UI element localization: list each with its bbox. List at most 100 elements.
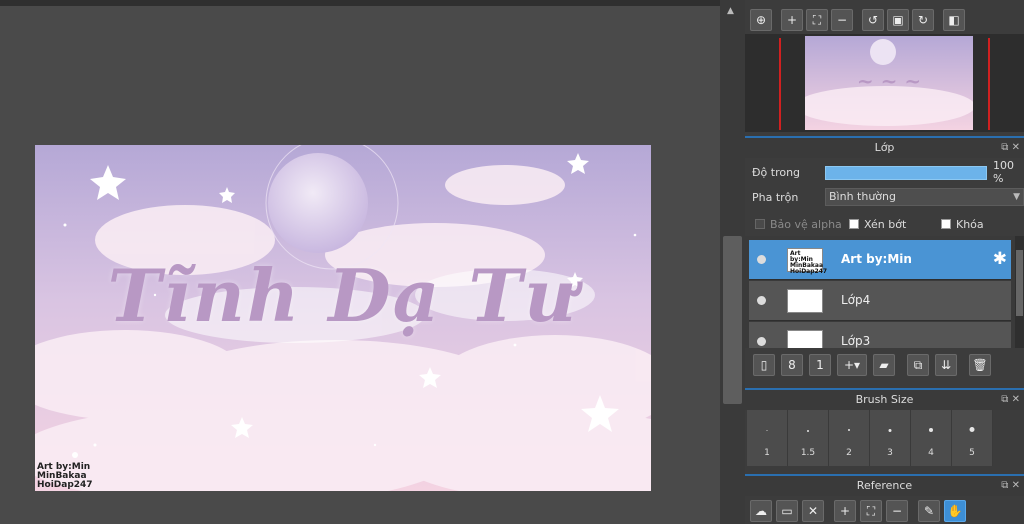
scrollbar-thumb[interactable] <box>1016 250 1023 316</box>
protect-alpha-checkbox[interactable]: Bảo vệ alpha <box>755 218 842 231</box>
zoom-fit-icon[interactable]: ⊕ <box>750 9 772 31</box>
reference-header: Reference ⧉ ✕ <box>745 474 1024 496</box>
canvas-vertical-scrollbar[interactable]: ▲ <box>720 0 745 524</box>
eyedropper-icon[interactable]: ✎ <box>918 500 940 522</box>
layer-panel-header: Lớp ⧉ ✕ <box>745 136 1024 158</box>
canvas-area[interactable]: Tĩnh Dạ Tư Art by:Min MinBakaa HoiDap247 <box>0 6 720 524</box>
brush-size-value: 3 <box>887 448 893 458</box>
layer-list[interactable]: Art by:Min MinBakaa HoiDap247 Art by:Min… <box>745 236 1015 348</box>
brush-size-dot <box>807 430 809 432</box>
clipping-checkbox[interactable]: Xén bớt <box>849 218 906 231</box>
clipping-label: Xén bớt <box>864 217 907 231</box>
artwork-title: Tĩnh Dạ Tư <box>107 253 579 338</box>
zoom-in-icon[interactable]: + <box>834 500 856 522</box>
layer-name: Lớp3 <box>841 334 871 348</box>
merge-down-icon[interactable]: ⇊ <box>935 354 957 376</box>
visibility-eye-icon[interactable] <box>757 296 766 305</box>
artwork-credit: Art by:Min MinBakaa HoiDap247 <box>37 463 93 490</box>
blend-mode-select[interactable]: Bình thường ▼ <box>825 188 1024 206</box>
brush-size-cell[interactable]: 2 <box>829 410 870 466</box>
checkbox-box[interactable] <box>941 219 951 229</box>
panel-popout-icon[interactable]: ⧉ ✕ <box>1001 476 1020 496</box>
brush-size-cell[interactable]: 4 <box>911 410 952 466</box>
layer-panel-title: Lớp <box>874 141 895 154</box>
reference-title: Reference <box>856 479 913 492</box>
close-icon[interactable]: ✕ <box>802 500 824 522</box>
brush-size-value: 4 <box>928 448 934 458</box>
scrollbar-thumb[interactable] <box>723 236 742 404</box>
brush-size-grid: 1 1.5 2 3 4 5 <box>747 410 1015 466</box>
cloud-upload-icon[interactable]: ☁ <box>750 500 772 522</box>
layer-item[interactable]: Lớp3 <box>749 322 1011 348</box>
artwork-canvas[interactable]: Tĩnh Dạ Tư Art by:Min MinBakaa HoiDap247 <box>35 145 651 491</box>
layer-thumbnail-text: Art by:Min MinBakaa HoiDap247 <box>788 249 828 277</box>
new-layer-1bit-icon[interactable]: 1 <box>809 354 831 376</box>
zoom-out-icon[interactable]: − <box>831 9 853 31</box>
open-folder-icon[interactable]: ▭ <box>776 500 798 522</box>
navigator-thumbnail-image: ~ ~ ~ <box>805 36 973 130</box>
layer-toolbar: ▯ 8 1 +▾ ▰ ⧉ ⇊ 🗑 <box>745 352 1024 378</box>
brush-size-cell[interactable]: 3 <box>870 410 911 466</box>
credit-line: HoiDap247 <box>37 480 93 490</box>
rotate-right-icon[interactable]: ↻ <box>912 9 934 31</box>
hand-icon[interactable]: ✋ <box>944 500 966 522</box>
visibility-eye-icon[interactable] <box>757 255 766 264</box>
layer-name: Lớp4 <box>841 293 871 307</box>
layer-options-row: Bảo vệ alpha Xén bớt Khóa <box>745 213 1024 235</box>
blend-label: Pha trộn <box>752 190 799 204</box>
brush-size-title: Brush Size <box>855 393 914 406</box>
fit-screen-icon[interactable]: ⛶ <box>806 9 828 31</box>
zoom-out-icon[interactable]: − <box>886 500 908 522</box>
panel-popout-icon[interactable]: ⧉ ✕ <box>1001 390 1020 410</box>
opacity-value: 100 % <box>993 159 1014 185</box>
scroll-up-icon[interactable]: ▲ <box>727 6 734 16</box>
app-window: Tĩnh Dạ Tư Art by:Min MinBakaa HoiDap247… <box>0 0 1024 524</box>
thumb-text-line: HoiDap247 <box>790 268 828 275</box>
brush-size-value: 2 <box>846 448 852 458</box>
opacity-label: Độ trong <box>752 165 801 179</box>
layer-thumbnail <box>787 289 823 313</box>
blend-mode-value: Bình thường <box>829 190 896 203</box>
navigator-toolbar: ⊕ + ⛶ − ↺ ▣ ↻ ◧ <box>745 6 1024 34</box>
navigator-title-mark: ~ ~ ~ <box>857 69 921 93</box>
panel-popout-icon[interactable]: ⧉ ✕ <box>1001 138 1020 158</box>
duplicate-layer-icon[interactable]: ⧉ <box>907 354 929 376</box>
flip-icon[interactable]: ◧ <box>943 9 965 31</box>
layer-item[interactable]: Lớp4 <box>749 281 1011 321</box>
add-layer-dropdown-icon[interactable]: +▾ <box>837 354 867 376</box>
lock-label: Khóa <box>956 217 984 231</box>
checkbox-box[interactable] <box>849 219 859 229</box>
opacity-row: Độ trong 100 % <box>745 159 1024 185</box>
lock-checkbox[interactable]: Khóa <box>941 218 984 231</box>
rotate-left-icon[interactable]: ↺ <box>862 9 884 31</box>
new-layer-8bit-icon[interactable]: 8 <box>781 354 803 376</box>
opacity-slider[interactable] <box>825 166 987 180</box>
layer-thumbnail: Art by:Min MinBakaa HoiDap247 <box>787 248 827 275</box>
brush-size-value: 1.5 <box>800 448 816 458</box>
brush-size-dot <box>766 430 768 431</box>
brush-size-cell[interactable]: 1 <box>747 410 788 466</box>
checkbox-box[interactable] <box>755 219 765 229</box>
folder-icon[interactable]: ▰ <box>873 354 895 376</box>
layer-name: Art by:Min <box>841 252 912 266</box>
chevron-down-icon: ▼ <box>1013 192 1020 202</box>
fit-screen-icon[interactable]: ⛶ <box>860 500 882 522</box>
fullscreen-icon[interactable]: ▣ <box>887 9 909 31</box>
brush-size-cell[interactable]: 5 <box>952 410 993 466</box>
navigator-preview[interactable]: ~ ~ ~ <box>745 34 1024 132</box>
delete-layer-icon[interactable]: 🗑 <box>969 354 991 376</box>
navigator-bound-left <box>779 38 781 130</box>
layer-item[interactable]: Art by:Min MinBakaa HoiDap247 Art by:Min… <box>749 240 1011 280</box>
brush-size-value: 1 <box>764 448 770 458</box>
brush-size-cell[interactable]: 1.5 <box>788 410 829 466</box>
visibility-eye-icon[interactable] <box>757 337 766 346</box>
layer-list-scrollbar[interactable] <box>1015 236 1024 348</box>
zoom-in-icon[interactable]: + <box>781 9 803 31</box>
blend-row: Pha trộn Bình thường ▼ <box>745 186 1024 208</box>
navigator-bound-right <box>988 38 990 130</box>
brush-size-header: Brush Size ⧉ ✕ <box>745 388 1024 410</box>
gear-icon[interactable]: ✱ <box>993 249 1007 269</box>
reference-toolbar: ☁ ▭ ✕ + ⛶ − ✎ ✋ <box>745 498 1024 524</box>
new-layer-icon[interactable]: ▯ <box>753 354 775 376</box>
navigator-thumbnail[interactable]: ~ ~ ~ <box>805 36 973 130</box>
